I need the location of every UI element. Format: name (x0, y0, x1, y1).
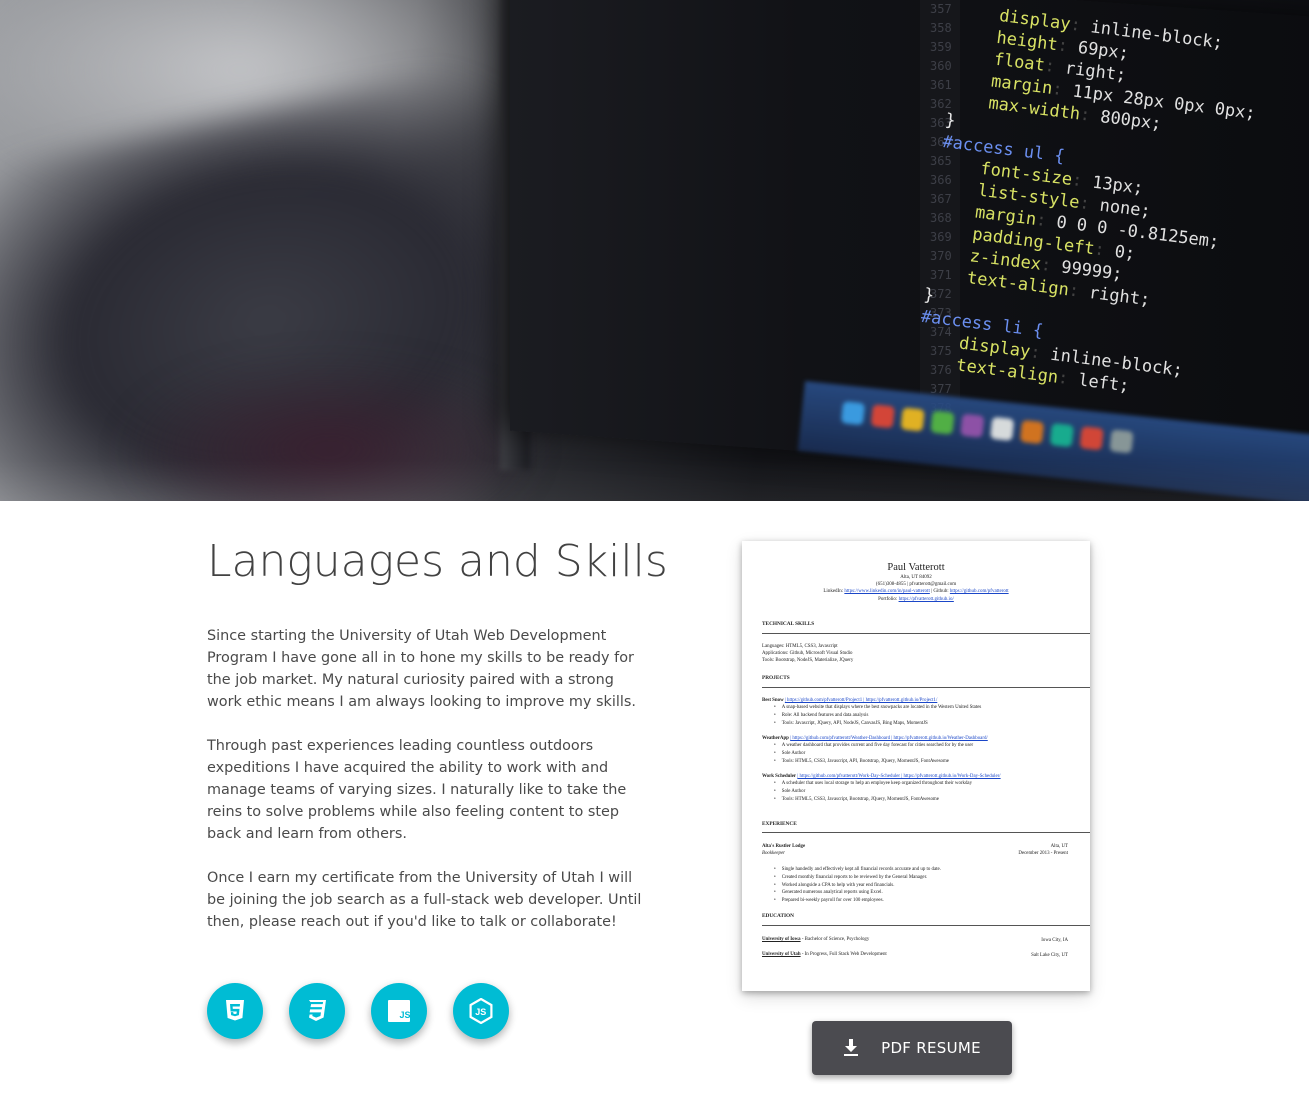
hero-fade (0, 460, 1309, 501)
nodejs-icon: JS (469, 998, 493, 1024)
resume-bullet: Single handedly and effectively kept all… (774, 866, 1074, 874)
bio-text: Since starting the University of Utah We… (207, 625, 647, 955)
pdf-resume-label: PDF RESUME (881, 1039, 981, 1057)
javascript-skill-button[interactable]: JS (371, 983, 427, 1039)
resume-bullet: A scheduler that uses local storage to h… (774, 780, 1074, 788)
resume-rule (762, 633, 1090, 634)
resume-education-location: Salt Lake City, UT (1031, 953, 1068, 958)
resume-bullet: Created monthly financial reports to be … (774, 874, 1074, 882)
css3-skill-button[interactable] (289, 983, 345, 1039)
resume-bullet: Worked alongside a CPA to help with year… (774, 882, 1074, 890)
resume-rule (762, 832, 1090, 833)
resume-project-bullets: A scheduler that uses local storage to h… (774, 780, 1074, 803)
bio-paragraph: Through past experiences leading countle… (207, 738, 627, 842)
skill-icons: JS JS (207, 983, 509, 1039)
resume-name: Paul Vatterott (887, 562, 945, 573)
resume-job-meta: Alta, UT December 2013 - Present (1018, 843, 1068, 857)
nodejs-skill-button[interactable]: JS (453, 983, 509, 1039)
resume-school: University of Utah (762, 952, 801, 957)
resume-bullet: Sole Author (774, 788, 1074, 796)
resume-tools: Tools: Bootstrap, NodeJS, Materialize, J… (762, 658, 854, 663)
resume-rule (762, 925, 1090, 926)
resume-company: Alta's Rustler Lodge (762, 844, 806, 849)
line-number: 358 (930, 21, 952, 35)
bio-paragraph: Once I earn my certificate from the Univ… (207, 870, 642, 930)
resume-bullet: Sole Author (774, 750, 1074, 758)
resume-project-links[interactable]: | https://github.com/pfvatterott/Work-Da… (797, 774, 1000, 779)
resume-project-links[interactable]: | https://github.com/pfvatterott/Project… (785, 698, 937, 703)
resume-section-education: EDUCATION (762, 913, 794, 919)
resume-section-experience: EXPERIENCE (762, 821, 797, 827)
resume-links: LinkedIn: https://www.linkedin.com/in/pa… (742, 589, 1090, 595)
resume-portfolio-link[interactable]: https://pfvatterott.github.io/ (899, 597, 954, 602)
resume-bullet: A weather dashboard that provides curren… (774, 742, 1074, 750)
resume-section-projects: PROJECTS (762, 675, 790, 681)
bio-paragraph: Since starting the University of Utah We… (207, 628, 636, 710)
resume-education-1: University of Iowa - Bachelor of Science… (762, 937, 1072, 943)
resume-project-bullets: A weather dashboard that provides curren… (774, 742, 1074, 765)
resume-project-title: WeatherApp (762, 736, 789, 741)
resume-github-label: | Github: (931, 589, 949, 594)
resume-github-link[interactable]: https://github.com/pfvatterott (950, 589, 1009, 594)
resume-applications: Applications: Github, Microsoft Visual S… (762, 651, 853, 656)
resume-education-2: University of Utah - In Progress, Full S… (762, 952, 1072, 958)
javascript-icon: JS (388, 1000, 411, 1022)
resume-linkedin-label: LinkedIn: (823, 589, 844, 594)
hero-banner: 357 358 359 360 361 362 363 364 365 366 367 368 369 3… (0, 0, 1309, 501)
resume-bullet: A snap-based website that displays where… (774, 704, 1074, 712)
resume-bullet: Generated numerous analytical reports us… (774, 889, 1074, 897)
html5-skill-button[interactable] (207, 983, 263, 1039)
resume-project-links[interactable]: | https://github.com/pfvatterott/Weather… (790, 736, 988, 741)
resume-rule (762, 687, 1090, 688)
resume-degree: - Bachelor of Science, Psychology (801, 937, 870, 942)
download-icon (844, 1039, 859, 1056)
resume-preview[interactable]: Paul Vatterott Alta, UT 84092 (651)308-4… (742, 541, 1090, 991)
resume-education-location: Iowa City, IA (1041, 938, 1068, 943)
resume-contact: (651)308-4855 | pfvatterott@gmail.com (875, 582, 957, 587)
svg-text:JS: JS (475, 1007, 486, 1017)
resume-job-location: Alta, UT (1050, 844, 1068, 849)
resume-bullet: Tools: HTML5, CSS3, Javascript, API, Boo… (774, 758, 1074, 766)
resume-location: Alta, UT 84092 (900, 575, 932, 580)
resume-portfolio-label: Portfolio: (878, 597, 898, 602)
resume-bullet: Prepared bi-weekly payroll for over 100 … (774, 897, 1074, 905)
resume-project-title: Work Scheduler (762, 774, 797, 779)
resume-job-dates: December 2013 - Present (1018, 851, 1068, 856)
resume-job-bullets: Single handedly and effectively kept all… (774, 866, 1074, 905)
resume-role: Bookkeeper (762, 851, 786, 856)
resume-languages: Languages: HTML5, CSS3, Javascript (762, 644, 838, 649)
resume-bullet: Tools: Javascript, JQuery, API, NodeJS, … (774, 720, 1074, 728)
resume-section-skills: TECHNICAL SKILLS (762, 621, 815, 627)
resume-bullet: Role: All backend features and data anal… (774, 712, 1074, 720)
css3-icon (309, 1000, 326, 1021)
pdf-resume-button[interactable]: PDF RESUME (812, 1021, 1012, 1075)
resume-project-title: Best Snow (762, 698, 784, 703)
section-title: Languages and Skills (207, 536, 668, 587)
resume-portfolio: Portfolio: https://pfvatterott.github.io… (742, 597, 1090, 603)
resume-project-bullets: A snap-based website that displays where… (774, 704, 1074, 727)
resume-degree: - In Progress, Full Stack Web Developmen… (801, 952, 887, 957)
html5-icon (226, 1000, 244, 1021)
resume-linkedin-link[interactable]: https://www.linkedin.com/in/paul-vattero… (844, 589, 930, 594)
resume-school: University of Iowa (762, 937, 801, 942)
resume-bullet: Tools: HTML5, CSS3, Javascript, Bootstra… (774, 796, 1074, 804)
line-number: 357 (930, 2, 952, 16)
svg-text:JS: JS (400, 1010, 411, 1020)
